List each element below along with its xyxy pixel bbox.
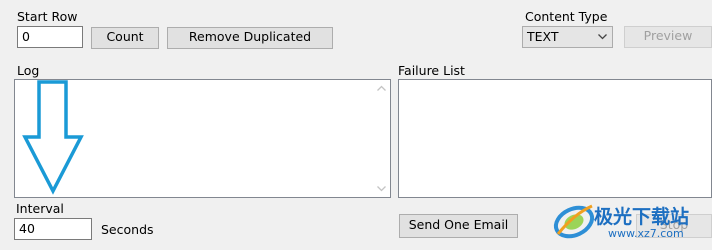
remove-duplicated-button[interactable]: Remove Duplicated: [167, 27, 333, 49]
log-scrollbar[interactable]: [373, 80, 390, 197]
interval-input[interactable]: 40: [14, 218, 92, 240]
failure-list-box[interactable]: [398, 79, 712, 198]
content-type-label: Content Type: [525, 9, 608, 24]
watermark-url: www.xz7.com: [608, 227, 684, 240]
count-button[interactable]: Count: [91, 27, 159, 49]
interval-label: Interval: [16, 201, 64, 216]
start-row-input[interactable]: 0: [17, 26, 83, 48]
log-label: Log: [17, 63, 40, 78]
scroll-down-arrow-icon[interactable]: [377, 186, 386, 192]
watermark-brand: 极光下载站: [594, 206, 690, 228]
scroll-up-arrow-icon[interactable]: [377, 85, 386, 91]
preview-button[interactable]: Preview: [624, 26, 712, 48]
watermark: 极光下载站 www.xz7.com: [552, 196, 712, 250]
failure-list-label: Failure List: [398, 63, 465, 78]
watermark-logo-icon: [553, 204, 595, 239]
content-type-value: TEXT: [527, 29, 559, 44]
send-one-email-button[interactable]: Send One Email: [399, 214, 518, 238]
start-row-label: Start Row: [17, 9, 78, 24]
content-type-select[interactable]: TEXT: [522, 26, 613, 48]
interval-unit-label: Seconds: [101, 222, 154, 237]
dropdown-chevron-icon: [598, 34, 607, 40]
down-arrow-annotation-icon: [22, 80, 84, 195]
